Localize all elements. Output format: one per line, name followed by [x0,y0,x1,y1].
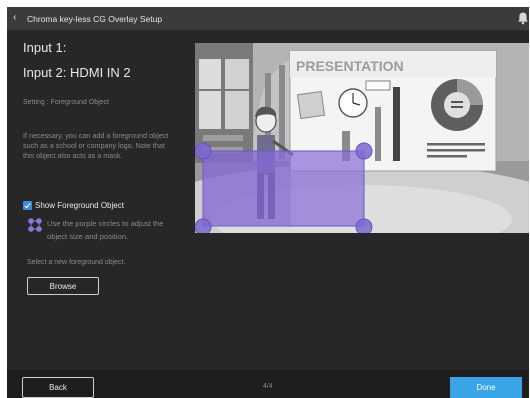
resize-handles-icon [28,218,42,232]
back-button[interactable]: Back [22,377,94,398]
browse-button[interactable]: Browse [27,277,99,295]
show-foreground-label: Show Foreground Object [35,200,124,210]
hint-text: Use the purple circles to adjust the obj… [47,219,164,241]
resize-handle-top-right[interactable] [355,142,373,160]
show-foreground-checkbox[interactable] [23,200,32,210]
setting-caption: Setting : Foreground Object [23,99,109,106]
description-text: If necessary, you can add a foreground o… [23,131,169,160]
preview-canvas: PRESENTATION [195,43,529,233]
back-chevron-icon[interactable]: ‹ [13,12,16,24]
select-object-text: Select a new foreground object. [27,259,126,266]
resize-handle-bottom-left[interactable] [195,218,212,233]
show-foreground-toggle[interactable]: Show Foreground Object [23,199,124,211]
input2-label: Input 2: HDMI IN 2 [23,65,131,80]
resize-handle-top-left[interactable] [195,142,212,160]
app-window: ‹ Chroma key-less CG Overlay Setup Input… [7,7,529,398]
studio-background: PRESENTATION [195,43,529,233]
footer-bar: Back 4/4 Done [7,370,529,398]
window-title: Chroma key-less CG Overlay Setup [27,14,163,24]
page-indicator: 4/4 [263,383,273,390]
resize-handle-bottom-right[interactable] [355,218,373,233]
input1-label: Input 1: [23,40,67,55]
bell-icon[interactable] [517,11,529,25]
done-button[interactable]: Done [450,377,522,398]
title-bar: ‹ Chroma key-less CG Overlay Setup [7,7,529,30]
board-title: PRESENTATION [296,58,404,74]
